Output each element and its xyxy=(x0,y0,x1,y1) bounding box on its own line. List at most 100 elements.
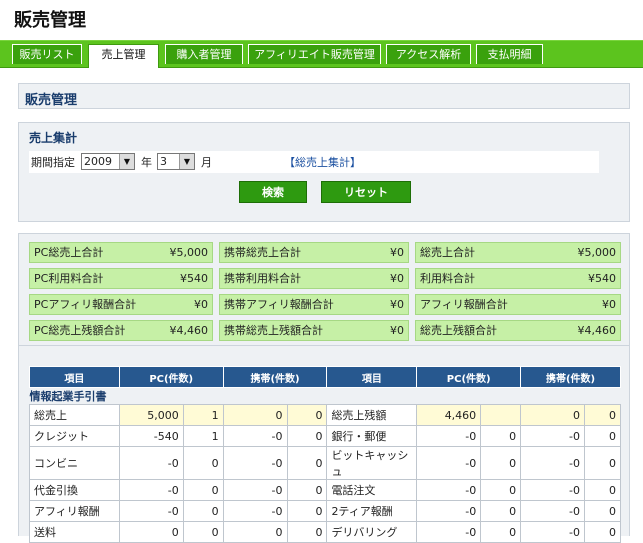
value-cell: -0 xyxy=(416,521,482,543)
value-cell: 0 xyxy=(182,521,224,543)
total-mobile-sales: 携帯総売上合計 ¥0 xyxy=(219,242,409,263)
value-cell: -0 xyxy=(520,479,585,501)
total-pc-affiliate: PCアフィリ報酬合計 ¥0 xyxy=(29,294,213,315)
tab-bar: 販売リスト 売上管理 購入者管理 アフィリエイト販売管理 アクセス解析 支払明細 xyxy=(0,40,643,68)
value-cell xyxy=(480,404,522,426)
col-header: PC(件数) xyxy=(118,366,224,388)
detail-table: 項目 PC(件数) 携帯(件数) 項目 PC(件数) 携帯(件数) 情報起業手引… xyxy=(29,366,622,543)
reset-button[interactable]: リセット xyxy=(321,181,411,203)
value-cell: -0 xyxy=(222,425,288,447)
chevron-down-icon: ▼ xyxy=(179,154,194,169)
value-cell: 0 xyxy=(222,521,288,543)
value-cell: -0 xyxy=(118,446,184,480)
group-label: 情報起業手引書 xyxy=(29,387,621,405)
value-cell: 0 xyxy=(520,404,585,426)
value-cell: 0 xyxy=(182,500,224,522)
year-unit: 年 xyxy=(141,156,152,169)
value-cell: 0 xyxy=(583,521,622,543)
year-value: 2009 xyxy=(84,155,112,168)
value-cell: 0 xyxy=(480,479,522,501)
value-cell: -0 xyxy=(416,425,482,447)
value-cell: 0 xyxy=(480,500,522,522)
value-cell: -540 xyxy=(118,425,184,447)
item-cell: 総売上残額 xyxy=(326,404,418,426)
total-affiliate: アフィリ報酬合計 ¥0 xyxy=(415,294,621,315)
value-cell: 0 xyxy=(583,446,622,480)
value-cell: 0 xyxy=(286,446,328,480)
period-label: 期間指定 xyxy=(31,156,75,169)
total-pc-fee: PC利用料合計 ¥540 xyxy=(29,268,213,289)
value-cell: 0 xyxy=(583,425,622,447)
value-cell: 4,460 xyxy=(416,404,482,426)
value-cell: 0 xyxy=(286,521,328,543)
value-cell: -0 xyxy=(222,479,288,501)
table-row: コンビニ -0 0 -0 0 ビットキャッシュ -0 0 -0 0 xyxy=(29,446,622,480)
table-row: 送料 0 0 0 0 デリバリング -0 0 -0 0 xyxy=(29,521,622,543)
month-select[interactable]: 3 ▼ xyxy=(157,153,195,170)
value-cell: 0 xyxy=(286,425,328,447)
value-cell: 1 xyxy=(182,425,224,447)
item-cell: 電話注文 xyxy=(326,479,418,501)
value-cell: -0 xyxy=(520,446,585,480)
chevron-down-icon: ▼ xyxy=(119,154,134,169)
value-cell: 0 xyxy=(583,404,622,426)
value-cell: 0 xyxy=(286,404,328,426)
value-cell: -0 xyxy=(520,521,585,543)
item-cell: 銀行・郵便 xyxy=(326,425,418,447)
tab-access-analysis[interactable]: アクセス解析 xyxy=(386,44,471,64)
search-button[interactable]: 検索 xyxy=(239,181,307,203)
tab-payment-details[interactable]: 支払明細 xyxy=(476,44,543,64)
group-row: 情報起業手引書 xyxy=(29,387,621,405)
item-cell: 送料 xyxy=(29,521,120,543)
total-mobile-balance: 携帯総売上残額合計 ¥0 xyxy=(219,320,409,341)
value-cell: -0 xyxy=(118,479,184,501)
section-title: 販売管理 xyxy=(25,93,78,108)
year-select[interactable]: 2009 ▼ xyxy=(81,153,135,170)
item-cell: 代金引換 xyxy=(29,479,120,501)
total-pc-balance: PC総売上残額合計 ¥4,460 xyxy=(29,320,213,341)
tab-sales-management[interactable]: 売上管理 xyxy=(88,44,159,68)
value-cell: 0 xyxy=(480,521,522,543)
value-cell: 0 xyxy=(222,404,288,426)
section-header: 販売管理 xyxy=(18,83,630,109)
total-mobile-affiliate: 携帯アフィリ報酬合計 ¥0 xyxy=(219,294,409,315)
tab-sales-list[interactable]: 販売リスト xyxy=(12,44,82,64)
search-panel: 売上集計 期間指定 2009 ▼ 年 3 ▼ 月 【総売上集計】 検索 リセット xyxy=(18,122,630,222)
total-fee: 利用料合計 ¥540 xyxy=(415,268,621,289)
value-cell: 0 xyxy=(480,425,522,447)
tab-buyer-management[interactable]: 購入者管理 xyxy=(165,44,243,64)
item-cell: コンビニ xyxy=(29,446,120,480)
col-header: 携帯(件数) xyxy=(520,366,621,388)
value-cell: -0 xyxy=(416,500,482,522)
value-cell: 5,000 xyxy=(118,404,184,426)
value-cell: 0 xyxy=(480,446,522,480)
value-cell: 0 xyxy=(118,521,184,543)
value-cell: -0 xyxy=(416,479,482,501)
value-cell: 0 xyxy=(182,446,224,480)
item-cell: 2ティア報酬 xyxy=(326,500,418,522)
summary-link[interactable]: 【総売上集計】 xyxy=(284,154,361,170)
total-mobile-fee: 携帯利用料合計 ¥0 xyxy=(219,268,409,289)
value-cell: 0 xyxy=(182,479,224,501)
detail-panel: 項目 PC(件数) 携帯(件数) 項目 PC(件数) 携帯(件数) 情報起業手引… xyxy=(18,346,630,543)
col-header: 携帯(件数) xyxy=(222,366,328,388)
tab-affiliate-sales[interactable]: アフィリエイト販売管理 xyxy=(248,44,381,64)
totals-panel: PC総売上合計 ¥5,000 携帯総売上合計 ¥0 総売上合計 ¥5,000 PC利用… xyxy=(18,233,630,346)
table-header-row: 項目 PC(件数) 携帯(件数) 項目 PC(件数) 携帯(件数) xyxy=(29,366,621,388)
item-cell: デリバリング xyxy=(326,521,418,543)
total-sales: 総売上合計 ¥5,000 xyxy=(415,242,621,263)
search-title: 売上集計 xyxy=(29,131,78,145)
value-cell: -0 xyxy=(222,500,288,522)
col-header: 項目 xyxy=(29,366,120,388)
value-cell: 1 xyxy=(182,404,224,426)
item-cell: ビットキャッシュ xyxy=(326,446,418,480)
month-unit: 月 xyxy=(201,156,212,169)
value-cell: -0 xyxy=(222,446,288,480)
table-row: クレジット -540 1 -0 0 銀行・郵便 -0 0 -0 0 xyxy=(29,425,622,447)
value-cell: -0 xyxy=(118,500,184,522)
value-cell: -0 xyxy=(520,500,585,522)
item-cell: 総売上 xyxy=(29,404,120,426)
value-cell: -0 xyxy=(416,446,482,480)
month-value: 3 xyxy=(160,155,167,168)
item-cell: アフィリ報酬 xyxy=(29,500,120,522)
